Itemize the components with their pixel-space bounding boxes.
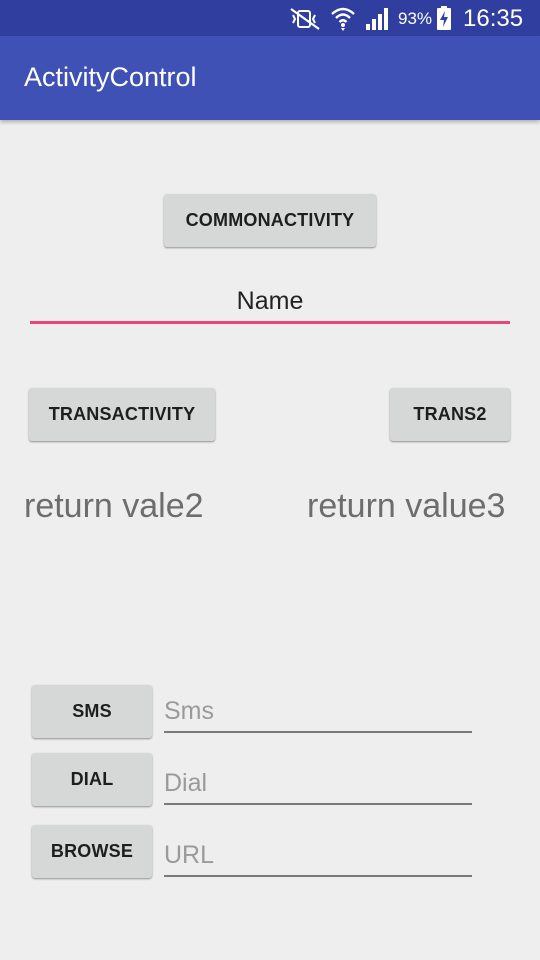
commonactivity-button[interactable]: COMMONACTIVITY	[164, 194, 376, 247]
signal-icon	[365, 7, 391, 36]
clock: 16:35	[463, 5, 524, 32]
sms-input[interactable]	[164, 693, 464, 729]
trans2-button[interactable]: TRANS2	[390, 388, 510, 441]
name-field[interactable]: Name	[30, 282, 510, 324]
url-input[interactable]	[164, 837, 464, 873]
dial-field-container	[164, 765, 472, 805]
app-title: ActivityControl	[24, 62, 197, 92]
return-value-2-text: return vale2	[24, 487, 204, 525]
battery-percent: 93%	[398, 9, 433, 28]
mute-vibrate-icon	[287, 8, 323, 35]
return-value-3-text: return value3	[307, 487, 506, 525]
app-screen: 93% 16:35 ActivityControl COMMONACTIVITY…	[0, 0, 540, 960]
url-input-underline	[164, 875, 472, 877]
transactivity-button[interactable]: TRANSACTIVITY	[29, 388, 215, 441]
dial-button[interactable]: DIAL	[32, 753, 152, 806]
sms-input-underline	[164, 731, 472, 733]
battery-charging-icon	[437, 6, 451, 35]
name-field-underline	[30, 321, 510, 324]
name-field-value: Name	[236, 287, 304, 315]
sms-field-container	[164, 693, 472, 733]
dial-input[interactable]	[164, 765, 464, 801]
status-bar: 93% 16:35	[0, 0, 540, 36]
app-bar: ActivityControl	[0, 36, 540, 120]
wifi-icon	[330, 5, 356, 36]
dial-input-underline	[164, 803, 472, 805]
url-field-container	[164, 837, 472, 877]
sms-button[interactable]: SMS	[32, 685, 152, 738]
browse-button[interactable]: BROWSE	[32, 825, 152, 878]
